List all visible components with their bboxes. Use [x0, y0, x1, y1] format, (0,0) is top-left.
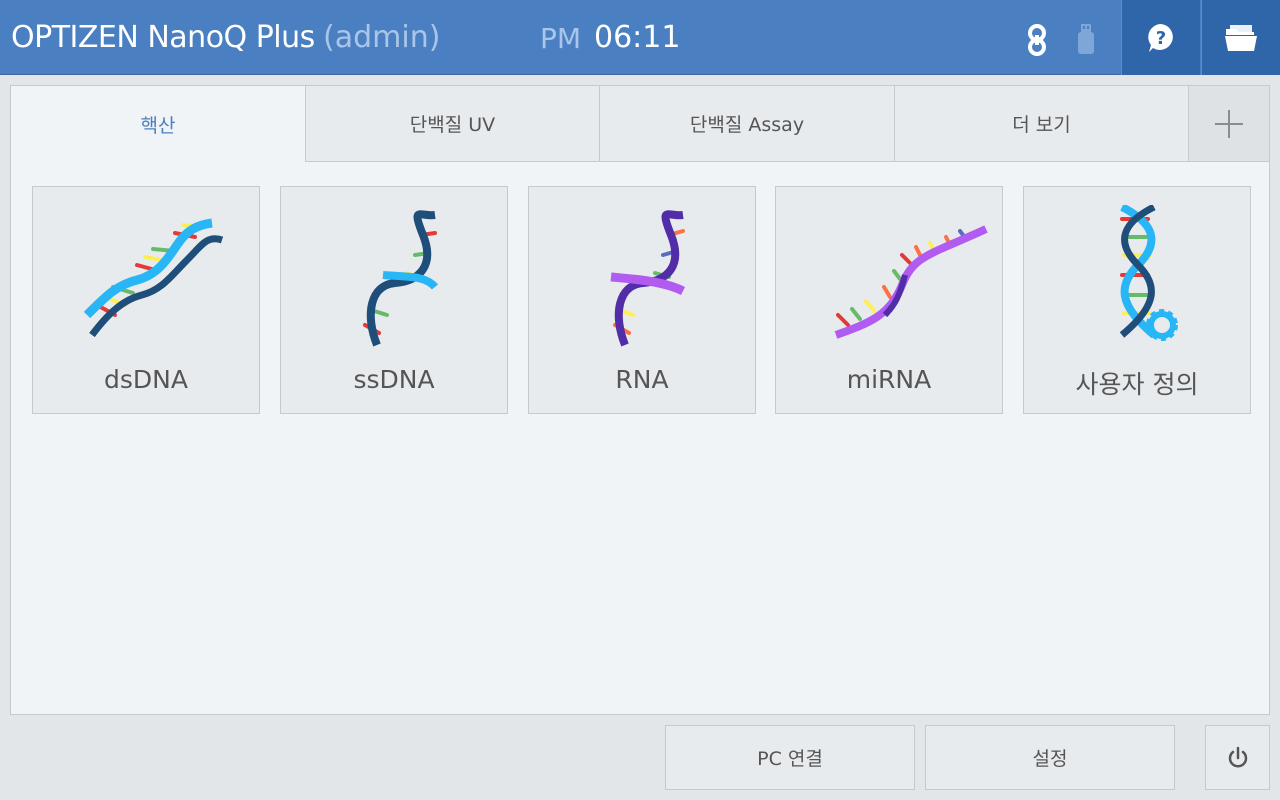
tile-custom[interactable]: 사용자 정의 — [1023, 186, 1251, 414]
help-button[interactable]: ? — [1121, 0, 1200, 75]
app-header: OPTIZEN NanoQ Plus (admin) PM 06:11 ? — [0, 0, 1280, 75]
pc-connect-button[interactable]: PC 연결 — [665, 725, 915, 790]
plus-icon — [1215, 109, 1243, 138]
tile-label: ssDNA — [353, 365, 435, 394]
tile-label: RNA — [615, 365, 669, 394]
gear-icon — [1146, 309, 1178, 341]
tab-nucleic-acid[interactable]: 핵산 — [11, 86, 306, 162]
folder-icon — [1225, 24, 1257, 51]
tile-label: dsDNA — [104, 365, 188, 394]
add-tab-button[interactable] — [1189, 86, 1269, 162]
link-icon — [1028, 24, 1046, 56]
user-label: (admin) — [323, 20, 441, 55]
ssdna-icon — [363, 210, 439, 347]
tile-dsdna[interactable]: dsDNA — [32, 186, 260, 414]
app-title: OPTIZEN NanoQ Plus — [11, 20, 315, 55]
power-icon — [1228, 746, 1247, 767]
title-bar: OPTIZEN NanoQ Plus (admin) PM 06:11 — [0, 0, 1121, 75]
dsdna-icon — [83, 218, 224, 338]
power-button[interactable] — [1205, 725, 1270, 790]
tile-label: miRNA — [846, 365, 932, 394]
mirna-icon — [834, 225, 988, 339]
tile-label: 사용자 정의 — [1075, 370, 1199, 399]
svg-text:?: ? — [1156, 28, 1166, 49]
main-panel: 핵산 단백질 UV 단백질 Assay 더 보기 dsDNA ssDNA RNA… — [10, 85, 1270, 715]
tile-mirna[interactable]: miRNA — [775, 186, 1003, 414]
custom-dna-gear-icon — [1119, 205, 1178, 341]
clock-ampm: PM — [540, 22, 582, 55]
tab-protein-uv[interactable]: 단백질 UV — [306, 86, 600, 162]
clock-time: 06:11 — [594, 20, 681, 55]
tab-more[interactable]: 더 보기 — [895, 86, 1189, 162]
folder-button[interactable] — [1201, 0, 1280, 75]
tab-bar: 핵산 단백질 UV 단백질 Assay 더 보기 — [11, 86, 1269, 162]
tile-ssdna[interactable]: ssDNA — [280, 186, 508, 414]
tab-protein-assay[interactable]: 단백질 Assay — [600, 86, 895, 162]
rna-icon — [610, 210, 686, 347]
tile-rna[interactable]: RNA — [528, 186, 756, 414]
help-icon: ? — [1148, 23, 1173, 52]
usb-icon — [1078, 24, 1094, 54]
settings-button[interactable]: 설정 — [925, 725, 1175, 790]
